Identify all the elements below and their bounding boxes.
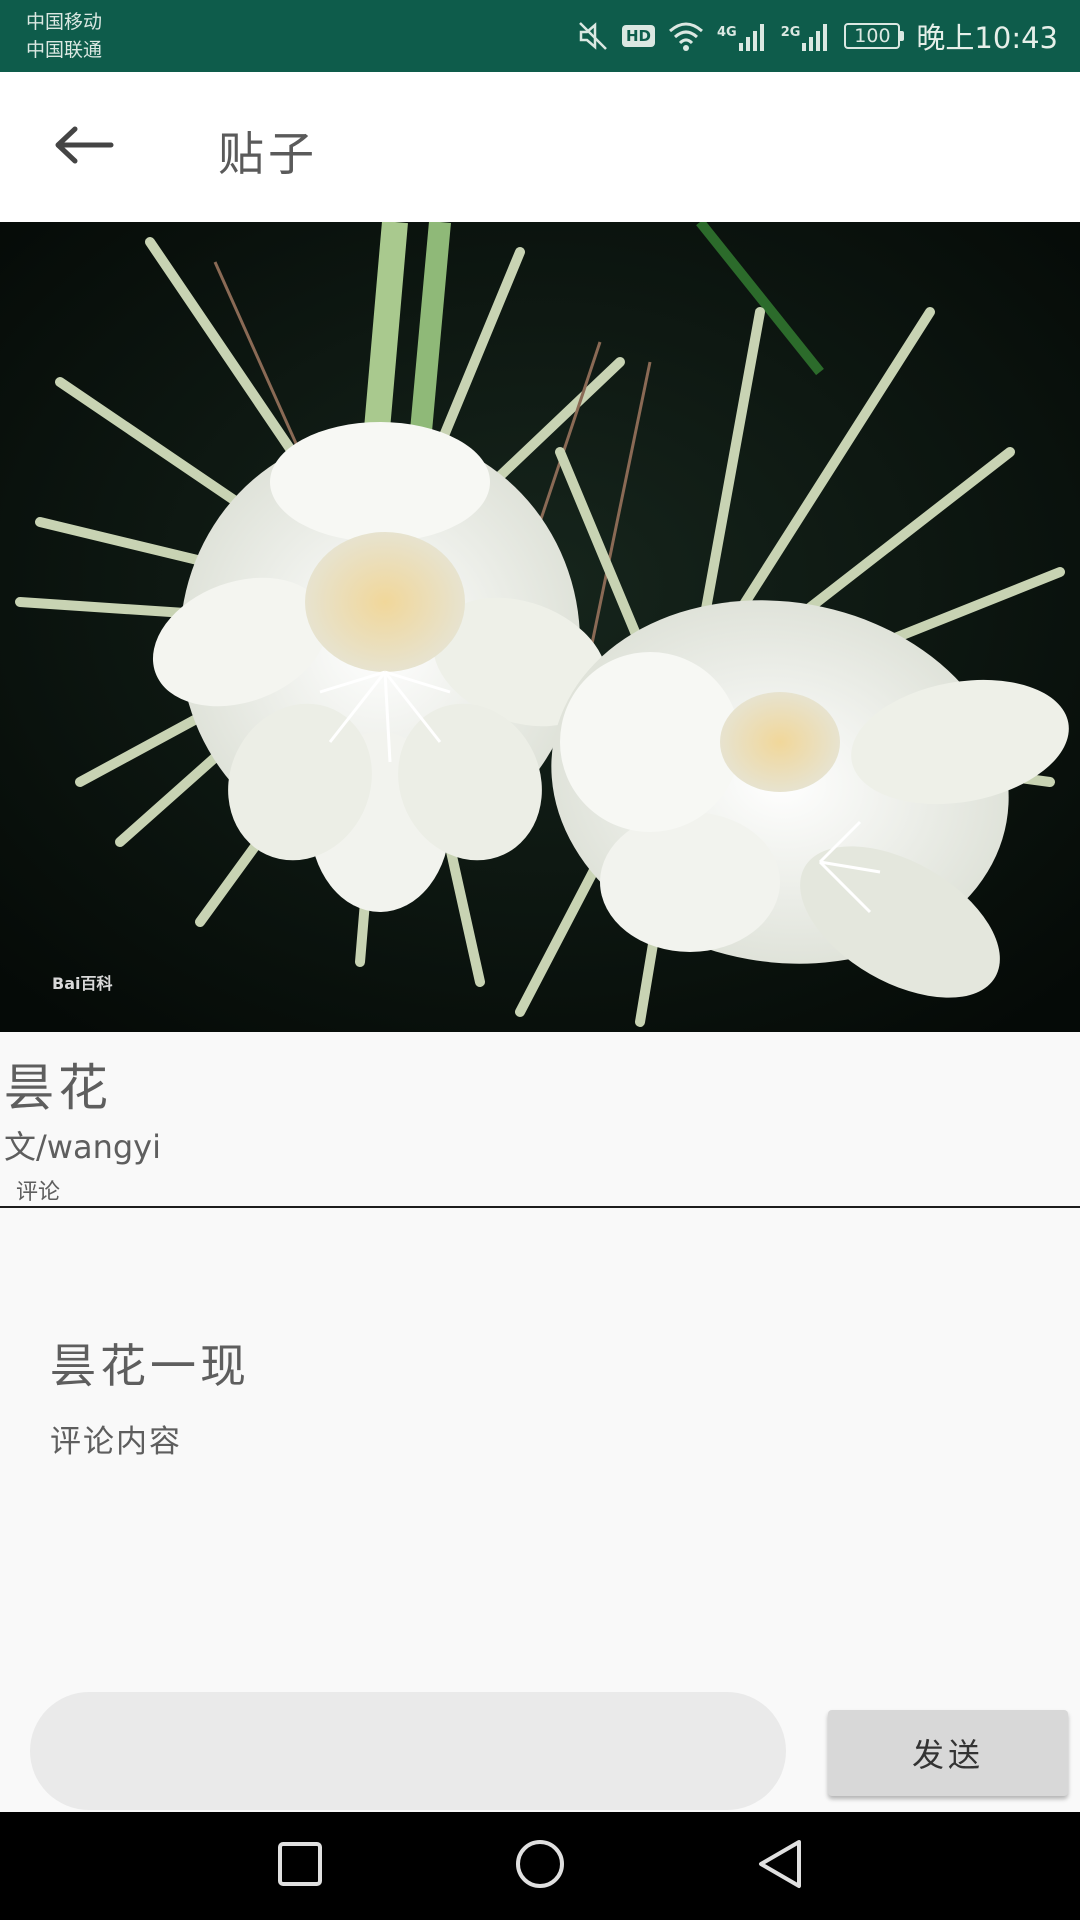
arrow-left-icon [53, 125, 115, 169]
page-title: 贴子 [218, 127, 318, 181]
hd-icon: HD [621, 25, 655, 47]
post-title: 昙花 [4, 1059, 112, 1117]
status-bar: 中国移动 中国联通 HD 4G 2G 100 晚上10:43 [0, 0, 1080, 72]
recent-apps-button[interactable] [266, 1832, 334, 1900]
comment-item[interactable]: 昙花一现 评论内容 [50, 1330, 250, 1461]
carrier-2: 中国联通 [26, 39, 103, 61]
battery-tip [900, 31, 905, 41]
signal-2g-label: 2G [780, 25, 801, 40]
comment-input[interactable] [30, 1692, 786, 1810]
post-image: Bai百科 [0, 222, 1080, 1032]
comments-label: 评论 [16, 1180, 61, 1205]
comment-content: 评论内容 [50, 1424, 182, 1460]
back-icon [755, 1838, 805, 1894]
signal-2g-icon: 2G [781, 19, 833, 53]
wifi-icon [667, 20, 705, 52]
battery-level: 100 [844, 23, 901, 49]
comment-title: 昙花一现 [50, 1339, 250, 1393]
status-icons: HD 4G 2G 100 晚上10:43 [576, 0, 1058, 72]
back-button[interactable] [44, 114, 124, 180]
send-button[interactable]: 发送 [828, 1710, 1068, 1796]
carrier-names: 中国移动 中国联通 [26, 8, 102, 64]
signal-4g-label: 4G [716, 25, 737, 40]
post-author: 文/wangyi [4, 1128, 161, 1166]
recent-apps-icon [277, 1841, 323, 1891]
image-watermark: Bai百科 [52, 974, 113, 993]
navigation-bar [0, 1812, 1080, 1920]
battery-icon: 100 [844, 23, 905, 49]
divider [0, 1206, 1080, 1208]
status-time: 晚上10:43 [916, 21, 1058, 55]
home-button[interactable] [506, 1832, 574, 1900]
carrier-1: 中国移动 [26, 11, 103, 33]
app-bar: 贴子 [0, 72, 1080, 222]
signal-4g-icon: 4G [717, 19, 769, 53]
system-back-button[interactable] [746, 1832, 814, 1900]
mute-icon [576, 19, 610, 53]
flower-image [0, 222, 1080, 1032]
home-icon [514, 1838, 566, 1894]
